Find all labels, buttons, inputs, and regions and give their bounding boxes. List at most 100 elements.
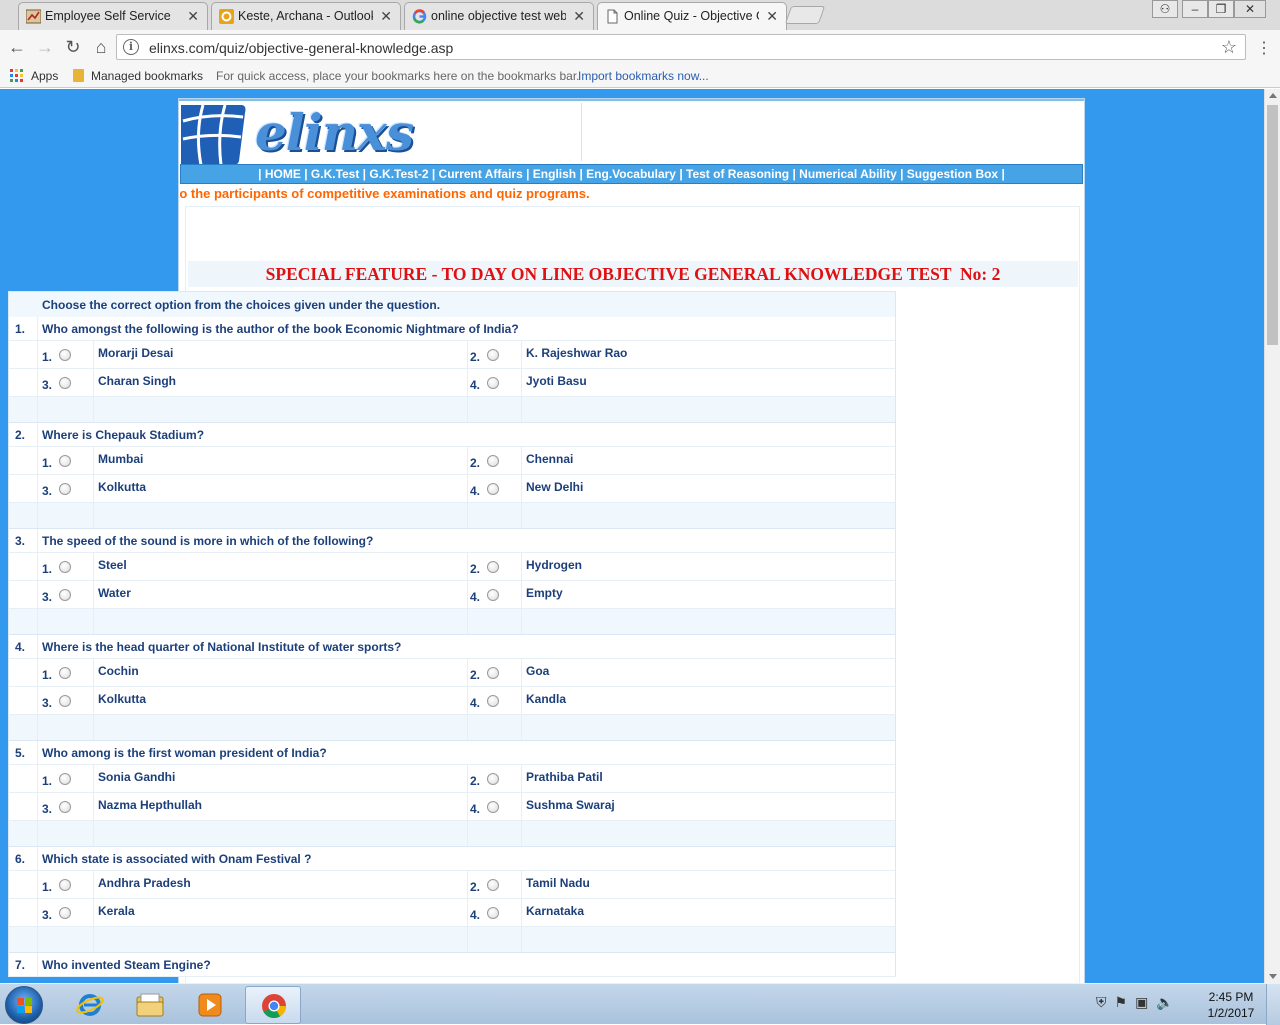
- nav-gk-test-2[interactable]: G.K.Test-2 |: [366, 167, 435, 181]
- chrome-menu-button[interactable]: ⋮: [1256, 38, 1272, 58]
- close-icon[interactable]: ✕: [380, 8, 392, 25]
- option-radio-button[interactable]: [487, 349, 499, 361]
- option-radio-button[interactable]: [487, 455, 499, 467]
- nav-home[interactable]: | HOME |: [258, 167, 307, 181]
- option-radio-button[interactable]: [59, 773, 71, 785]
- option-radio-button[interactable]: [59, 907, 71, 919]
- vertical-scrollbar[interactable]: [1264, 89, 1280, 983]
- site-logo-text[interactable]: elinxs: [255, 103, 414, 162]
- option-radio-button[interactable]: [487, 561, 499, 573]
- tab-google-search[interactable]: online objective test web ✕: [404, 2, 594, 30]
- option-radio-button[interactable]: [59, 695, 71, 707]
- option-radio-button[interactable]: [59, 801, 71, 813]
- option-label[interactable]: Sonia Gandhi: [98, 770, 175, 784]
- new-tab-button[interactable]: [784, 6, 826, 24]
- close-icon[interactable]: ✕: [766, 8, 778, 25]
- option-radio-button[interactable]: [59, 455, 71, 467]
- tab-employee-self-service[interactable]: Employee Self Service ✕: [18, 2, 208, 30]
- option-radio-button[interactable]: [487, 695, 499, 707]
- action-center-flag-icon[interactable]: ⚑: [1115, 994, 1128, 1010]
- taskbar-file-explorer[interactable]: [122, 986, 178, 1024]
- option-label[interactable]: Nazma Hepthullah: [98, 798, 202, 812]
- option-label[interactable]: Karnataka: [526, 904, 584, 918]
- minimize-button[interactable]: –: [1182, 0, 1208, 18]
- option-label[interactable]: K. Rajeshwar Rao: [526, 346, 627, 360]
- option-radio-button[interactable]: [59, 667, 71, 679]
- home-button[interactable]: ⌂: [90, 36, 112, 58]
- url-text[interactable]: elinxs.com/quiz/objective-general-knowle…: [149, 40, 453, 56]
- option-radio-button[interactable]: [59, 589, 71, 601]
- scroll-down-icon[interactable]: [1269, 974, 1277, 979]
- option-label[interactable]: New Delhi: [526, 480, 583, 494]
- option-label[interactable]: Jyoti Basu: [526, 374, 587, 388]
- nav-suggestion-box[interactable]: Suggestion Box |: [903, 167, 1005, 181]
- network-icon[interactable]: ▣: [1135, 994, 1148, 1010]
- scroll-up-icon[interactable]: [1269, 93, 1277, 98]
- option-label[interactable]: Mumbai: [98, 452, 143, 466]
- import-bookmarks-link[interactable]: Import bookmarks now...: [578, 69, 709, 83]
- show-desktop-button[interactable]: [1266, 984, 1280, 1025]
- option-label[interactable]: Water: [98, 586, 131, 600]
- bookmark-star-icon[interactable]: ☆: [1221, 37, 1237, 58]
- option-radio-button[interactable]: [487, 879, 499, 891]
- restore-button[interactable]: ❐: [1208, 0, 1234, 18]
- managed-bookmarks-folder[interactable]: Managed bookmarks: [91, 69, 203, 83]
- taskbar-media-player[interactable]: [182, 986, 238, 1024]
- address-bar[interactable]: i elinxs.com/quiz/objective-general-know…: [116, 34, 1246, 60]
- option-label[interactable]: Charan Singh: [98, 374, 176, 388]
- option-label[interactable]: Prathiba Patil: [526, 770, 603, 784]
- option-label[interactable]: Morarji Desai: [98, 346, 173, 360]
- option-label[interactable]: Kerala: [98, 904, 135, 918]
- volume-icon[interactable]: 🔈: [1156, 994, 1173, 1010]
- apps-shortcut[interactable]: Apps: [31, 69, 58, 83]
- option-radio-button[interactable]: [59, 377, 71, 389]
- system-clock[interactable]: 2:45 PM 1/2/2017: [1196, 989, 1266, 1021]
- option-label[interactable]: Empty: [526, 586, 563, 600]
- option-label[interactable]: Tamil Nadu: [526, 876, 590, 890]
- option-radio-button[interactable]: [59, 879, 71, 891]
- option-radio-button[interactable]: [487, 589, 499, 601]
- close-window-button[interactable]: ✕: [1234, 0, 1266, 18]
- option-radio-button[interactable]: [59, 349, 71, 361]
- option-radio-button[interactable]: [59, 561, 71, 573]
- nav-numerical-ability[interactable]: Numerical Ability |: [796, 167, 903, 181]
- close-icon[interactable]: ✕: [573, 8, 585, 25]
- option-label[interactable]: Kandla: [526, 692, 566, 706]
- option-label[interactable]: Goa: [526, 664, 549, 678]
- option-radio-button[interactable]: [487, 907, 499, 919]
- option-label[interactable]: Chennai: [526, 452, 573, 466]
- option-radio-button[interactable]: [487, 773, 499, 785]
- taskbar-chrome[interactable]: [245, 986, 301, 1024]
- nav-eng-vocabulary[interactable]: Eng.Vocabulary |: [583, 167, 683, 181]
- option-radio-button[interactable]: [487, 667, 499, 679]
- close-icon[interactable]: ✕: [187, 8, 199, 25]
- option-radio-button[interactable]: [487, 801, 499, 813]
- option-radio-button[interactable]: [487, 483, 499, 495]
- site-info-icon[interactable]: i: [123, 39, 139, 55]
- option-label[interactable]: Kolkutta: [98, 480, 146, 494]
- option-radio-button[interactable]: [487, 377, 499, 389]
- tab-online-quiz[interactable]: Online Quiz - Objective G ✕: [597, 2, 787, 30]
- nav-gk-test[interactable]: G.K.Test |: [308, 167, 366, 181]
- start-button[interactable]: [5, 986, 43, 1024]
- apps-grid-icon[interactable]: [10, 69, 24, 83]
- option-label[interactable]: Cochin: [98, 664, 139, 678]
- cell-divider: [93, 871, 94, 898]
- option-radio-button[interactable]: [59, 483, 71, 495]
- forward-button[interactable]: →: [34, 36, 56, 58]
- security-shield-icon[interactable]: ⛨: [1096, 994, 1107, 1010]
- taskbar-internet-explorer[interactable]: [62, 986, 118, 1024]
- user-profile-icon[interactable]: ⚇: [1152, 0, 1178, 18]
- reload-button[interactable]: ↻: [62, 36, 84, 58]
- nav-english[interactable]: English |: [529, 167, 583, 181]
- option-label[interactable]: Steel: [98, 558, 127, 572]
- option-label[interactable]: Andhra Pradesh: [98, 876, 191, 890]
- option-label[interactable]: Kolkutta: [98, 692, 146, 706]
- option-label[interactable]: Sushma Swaraj: [526, 798, 615, 812]
- nav-test-of-reasoning[interactable]: Test of Reasoning |: [683, 167, 796, 181]
- tab-outlook[interactable]: Keste, Archana - Outlook ✕: [211, 2, 401, 30]
- option-label[interactable]: Hydrogen: [526, 558, 582, 572]
- back-button[interactable]: ←: [6, 36, 28, 58]
- nav-current-affairs[interactable]: Current Affairs |: [435, 167, 530, 181]
- scrollbar-thumb[interactable]: [1267, 105, 1278, 345]
